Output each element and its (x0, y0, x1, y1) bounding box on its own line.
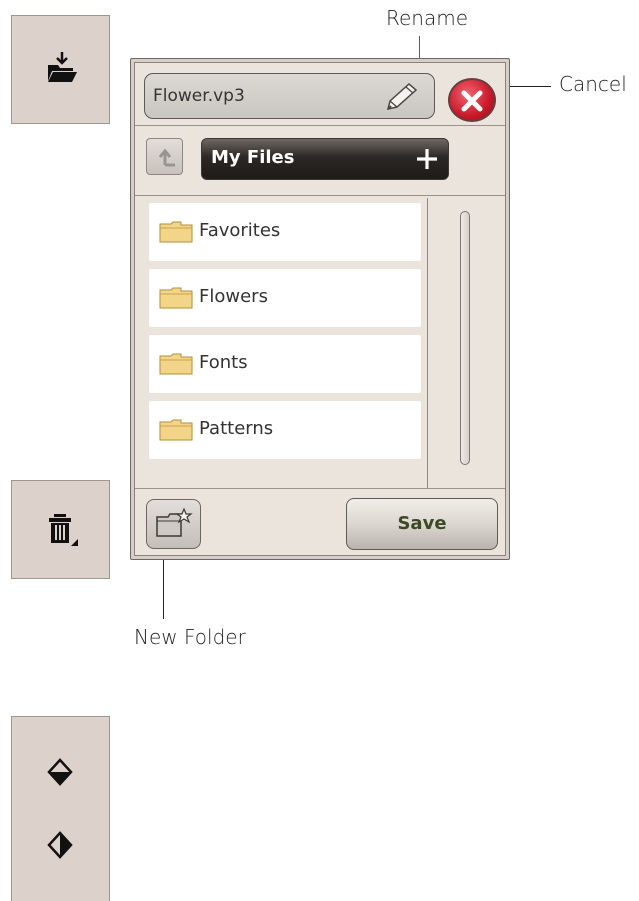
filename-field[interactable]: Flower.vp3 (144, 73, 435, 119)
list-item-label: Patterns (199, 418, 274, 439)
scrollbar[interactable] (460, 211, 470, 465)
footer-separator (135, 488, 505, 489)
trash-icon (48, 514, 78, 550)
new-folder-button[interactable] (146, 499, 201, 549)
list-item[interactable]: Fonts (149, 335, 421, 393)
location-text: My Files (211, 147, 295, 168)
save-button[interactable]: Save (346, 498, 498, 550)
rotate-tile (11, 716, 110, 901)
plus-icon[interactable] (416, 148, 438, 174)
list-item-label: Favorites (199, 220, 281, 241)
save-dialog: Flower.vp3 My Files Favorites Flowers Fo… (130, 58, 510, 560)
cancel-leader (510, 86, 551, 87)
header-separator (135, 125, 505, 126)
list-item[interactable]: Patterns (149, 401, 421, 459)
location-bar[interactable]: My Files (201, 138, 449, 180)
list-item[interactable]: Favorites (149, 203, 421, 261)
filename-text: Flower.vp3 (153, 86, 245, 106)
scroll-divider (427, 198, 428, 488)
cancel-callout: Cancel (559, 72, 627, 96)
toolbar-separator (135, 195, 505, 196)
rotate-diamond-horizontal-icon[interactable] (47, 758, 73, 800)
folder-icon (159, 353, 193, 379)
cancel-button[interactable] (448, 78, 496, 122)
open-file-tile[interactable] (11, 15, 110, 124)
list-item-label: Fonts (199, 352, 248, 373)
file-list: Favorites Flowers Fonts Patterns (149, 203, 423, 463)
rename-callout: Rename (386, 6, 469, 30)
folder-download-icon (46, 51, 78, 87)
list-item-label: Flowers (199, 286, 268, 307)
pencil-icon[interactable] (382, 82, 418, 116)
folder-up-button[interactable] (146, 138, 183, 175)
delete-tile[interactable] (11, 480, 110, 579)
rotate-diamond-vertical-icon[interactable] (47, 831, 73, 865)
folder-icon (159, 221, 193, 247)
list-item[interactable]: Flowers (149, 269, 421, 327)
new-folder-callout: New Folder (134, 625, 246, 649)
folder-icon (159, 419, 193, 445)
folder-icon (159, 287, 193, 313)
